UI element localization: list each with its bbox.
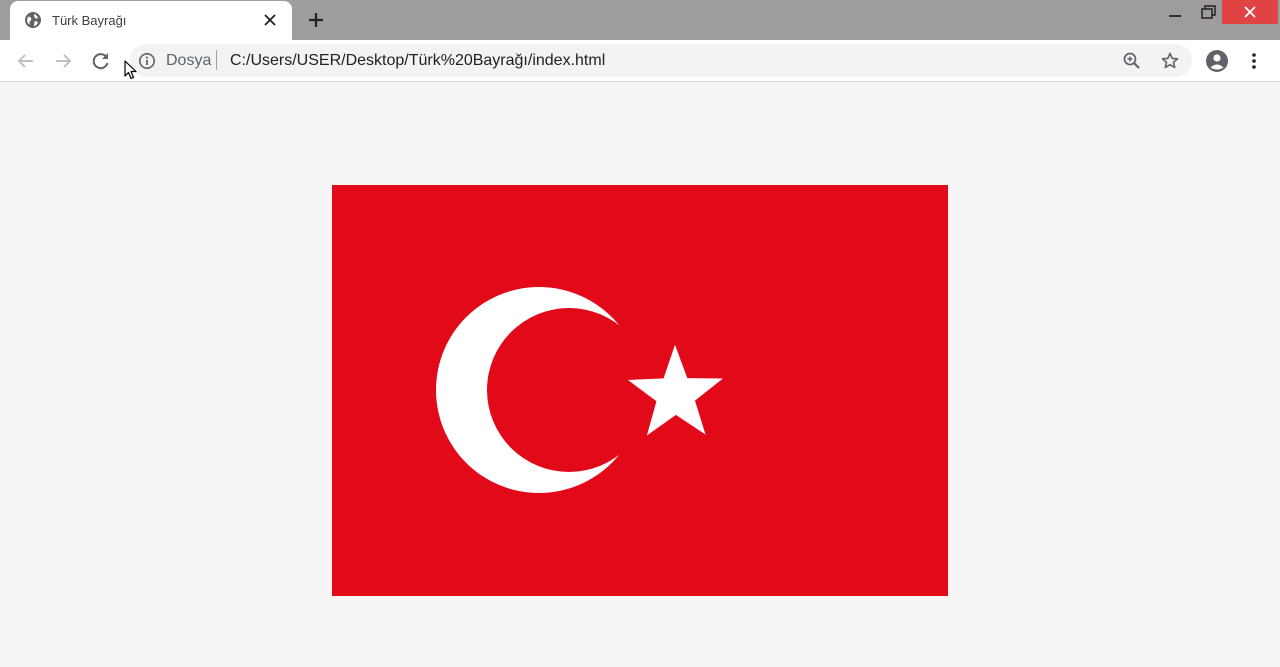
reload-icon[interactable] <box>89 49 113 73</box>
url-scheme-label: Dosya <box>166 52 212 69</box>
minimize-icon[interactable] <box>1160 2 1190 24</box>
address-bar[interactable]: Dosya C:/Users/USER/Desktop/Türk%20Bayra… <box>130 44 1192 77</box>
tab-strip: Türk Bayrağı <box>0 0 1280 40</box>
browser-toolbar: Dosya C:/Users/USER/Desktop/Türk%20Bayra… <box>0 40 1280 82</box>
star-icon[interactable] <box>1160 51 1180 71</box>
arrow-left-icon[interactable] <box>14 49 38 73</box>
crescent-inner <box>487 308 651 472</box>
globe-icon <box>24 11 42 29</box>
arrow-right-icon[interactable] <box>51 49 75 73</box>
url-separator <box>216 50 217 70</box>
window-close-icon[interactable] <box>1222 0 1278 24</box>
new-tab-icon[interactable] <box>304 8 328 32</box>
info-icon[interactable] <box>138 52 156 70</box>
tab-active[interactable]: Türk Bayrağı <box>10 1 292 40</box>
url-text[interactable]: C:/Users/USER/Desktop/Türk%20Bayrağı/ind… <box>230 52 605 70</box>
page-viewport <box>0 83 1280 667</box>
account-icon[interactable] <box>1205 49 1229 73</box>
zoom-in-icon[interactable] <box>1122 51 1142 71</box>
more-vert-icon[interactable] <box>1244 49 1264 73</box>
flag-emblem <box>436 287 723 493</box>
maximize-icon[interactable] <box>1194 2 1222 24</box>
turkish-flag <box>332 185 948 596</box>
close-tab-icon[interactable] <box>261 11 279 29</box>
tab-title: Türk Bayrağı <box>52 13 127 28</box>
